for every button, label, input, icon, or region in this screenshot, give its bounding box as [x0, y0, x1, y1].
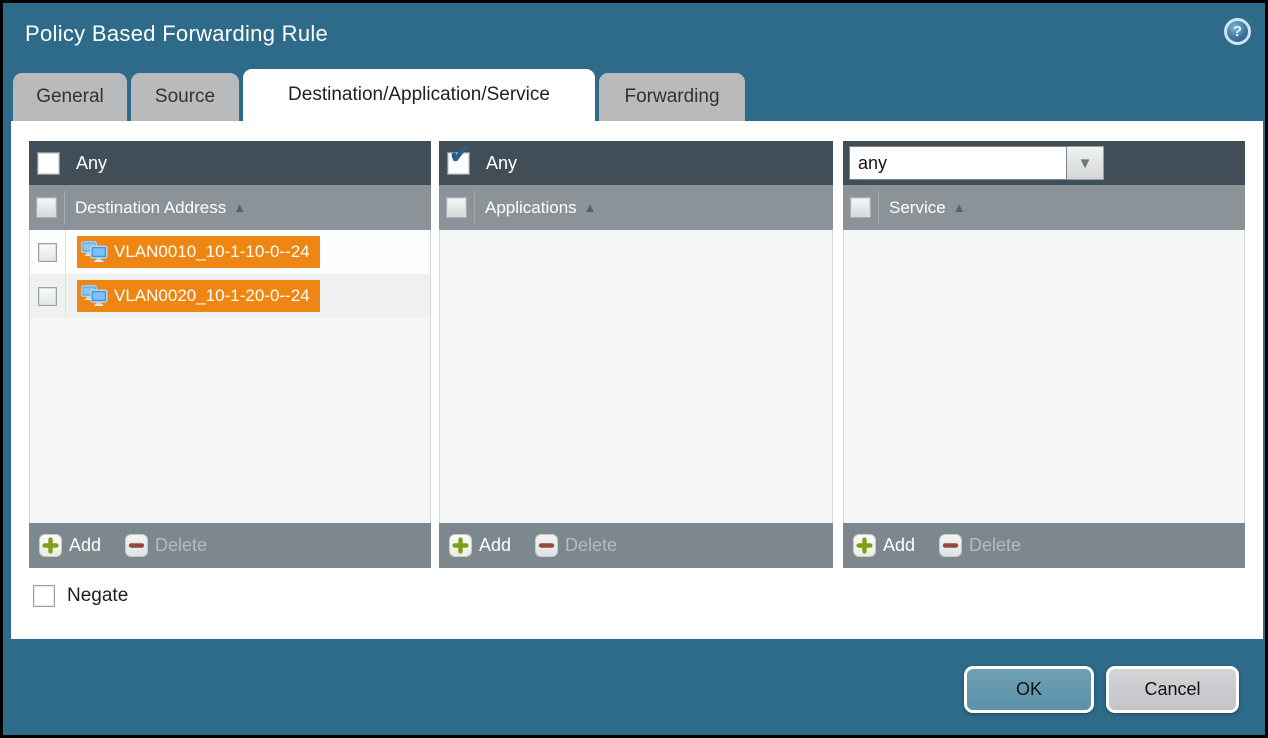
- help-glyph: ?: [1233, 23, 1242, 40]
- sort-asc-icon[interactable]: ▲: [233, 200, 246, 215]
- tab-source[interactable]: Source: [131, 73, 239, 121]
- add-icon[interactable]: [449, 534, 472, 557]
- destination-header-label[interactable]: Destination Address: [75, 198, 226, 218]
- negate-row: Negate: [33, 585, 128, 607]
- sort-asc-icon[interactable]: ▲: [584, 200, 597, 215]
- service-column: ▼ Service ▲ Add: [843, 141, 1245, 568]
- applications-select-all-checkbox[interactable]: [446, 197, 467, 218]
- destination-column-header: Destination Address ▲: [29, 185, 431, 230]
- destination-any-label: Any: [76, 153, 107, 174]
- delete-button[interactable]: Delete: [125, 534, 207, 557]
- service-column-header: Service ▲: [843, 185, 1245, 230]
- destination-footer: Add Delete: [29, 523, 431, 568]
- add-button[interactable]: Add: [853, 534, 915, 557]
- list-item[interactable]: VLAN0020_10-1-20-0--24: [30, 274, 430, 318]
- delete-icon[interactable]: [939, 534, 962, 557]
- service-select-all-checkbox[interactable]: [850, 197, 871, 218]
- delete-icon[interactable]: [535, 534, 558, 557]
- dropdown-button[interactable]: ▼: [1067, 146, 1104, 180]
- negate-checkbox[interactable]: [33, 585, 55, 607]
- dialog-title: Policy Based Forwarding Rule: [25, 21, 328, 47]
- service-dropdown[interactable]: ▼: [849, 146, 1104, 180]
- applications-any-bar: ✔ Any: [439, 141, 833, 185]
- list-item[interactable]: VLAN0010_10-1-10-0--24: [30, 230, 430, 274]
- network-icon: [81, 241, 108, 263]
- delete-icon[interactable]: [125, 534, 148, 557]
- tab-bar: General Source Destination/Application/S…: [13, 69, 745, 121]
- address-object-label: VLAN0020_10-1-20-0--24: [114, 286, 310, 306]
- service-dropdown-input[interactable]: [849, 146, 1067, 180]
- sort-asc-icon[interactable]: ▲: [953, 200, 966, 215]
- applications-any-checkbox[interactable]: ✔: [447, 152, 470, 175]
- applications-footer: Add Delete: [439, 523, 833, 568]
- row-checkbox[interactable]: [38, 287, 57, 306]
- delete-button[interactable]: Delete: [939, 534, 1021, 557]
- applications-list: [439, 230, 833, 523]
- service-list: [843, 230, 1245, 523]
- destination-any-bar: Any: [29, 141, 431, 185]
- applications-column-header: Applications ▲: [439, 185, 833, 230]
- tab-destination-application-service[interactable]: Destination/Application/Service: [243, 69, 595, 121]
- tab-general[interactable]: General: [13, 73, 127, 121]
- tab-forwarding[interactable]: Forwarding: [599, 73, 745, 121]
- destination-select-all-checkbox[interactable]: [36, 197, 57, 218]
- applications-column: ✔ Any Applications ▲: [439, 141, 833, 568]
- row-checkbox[interactable]: [38, 243, 57, 262]
- address-object-chip[interactable]: VLAN0020_10-1-20-0--24: [77, 280, 320, 312]
- ok-button[interactable]: OK: [964, 666, 1094, 713]
- network-icon: [81, 285, 108, 307]
- applications-header-label[interactable]: Applications: [485, 198, 577, 218]
- add-button[interactable]: Add: [39, 534, 101, 557]
- negate-label: Negate: [67, 585, 128, 607]
- destination-address-column: Any Destination Address ▲: [29, 141, 431, 568]
- address-object-label: VLAN0010_10-1-10-0--24: [114, 242, 310, 262]
- checkmark-icon: ✔: [449, 141, 471, 167]
- service-dropdown-bar: ▼: [843, 141, 1245, 185]
- add-button[interactable]: Add: [449, 534, 511, 557]
- address-object-chip[interactable]: VLAN0010_10-1-10-0--24: [77, 236, 320, 268]
- help-icon[interactable]: ?: [1224, 18, 1251, 45]
- service-footer: Add Delete: [843, 523, 1245, 568]
- tab-content-panel: Any Destination Address ▲: [11, 121, 1263, 639]
- add-icon[interactable]: [39, 534, 62, 557]
- add-icon[interactable]: [853, 534, 876, 557]
- destination-list: VLAN0010_10-1-10-0--24: [29, 230, 431, 523]
- cancel-button[interactable]: Cancel: [1106, 666, 1239, 713]
- destination-any-checkbox[interactable]: [37, 152, 60, 175]
- chevron-down-icon: ▼: [1078, 155, 1093, 172]
- delete-button[interactable]: Delete: [535, 534, 617, 557]
- applications-any-label: Any: [486, 153, 517, 174]
- service-header-label[interactable]: Service: [889, 198, 946, 218]
- policy-based-forwarding-dialog: Policy Based Forwarding Rule ? General S…: [0, 0, 1268, 738]
